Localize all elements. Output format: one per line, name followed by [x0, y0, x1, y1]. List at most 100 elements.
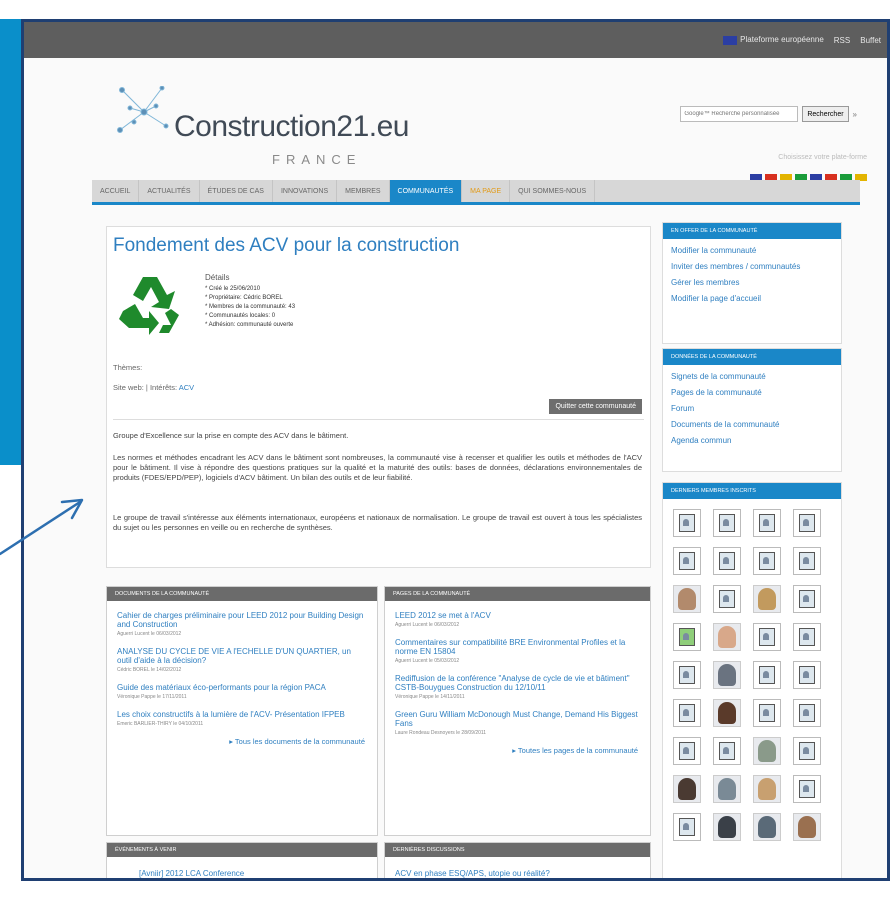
forum-link[interactable]: Forum	[671, 404, 841, 413]
page-link[interactable]: Green Guru William McDonough Must Change…	[395, 710, 640, 728]
avatar[interactable]	[753, 775, 781, 803]
event-link[interactable]: [Avniir] 2012 LCA Conference	[139, 869, 367, 878]
data-header: DONNÉES DE LA COMMUNAUTÉ	[663, 349, 841, 365]
all-documents-link[interactable]: ▸ Tous les documents de la communauté	[107, 737, 365, 746]
avatar[interactable]	[673, 661, 701, 689]
invite-members-link[interactable]: Inviter des membres / communautés	[671, 262, 841, 271]
avatar[interactable]	[673, 509, 701, 537]
document-link[interactable]: Les choix constructifs à la lumière de l…	[117, 710, 367, 719]
avatar[interactable]	[673, 585, 701, 613]
avatar[interactable]	[793, 509, 821, 537]
document-link[interactable]: Cahier de charges préliminaire pour LEED…	[117, 611, 367, 629]
topbar-link-buffet[interactable]: Buffet	[860, 36, 881, 45]
avatar[interactable]	[673, 547, 701, 575]
avatar[interactable]	[713, 509, 741, 537]
nav-membres[interactable]: MEMBRES	[337, 180, 390, 202]
document-meta: Aguerri Lucent le 06/03/2012	[117, 631, 182, 637]
avatar[interactable]	[673, 623, 701, 651]
avatar[interactable]	[673, 775, 701, 803]
search-dropdown-icon[interactable]: »	[853, 110, 857, 119]
avatar[interactable]	[753, 509, 781, 537]
divider	[113, 419, 644, 420]
pages-box: PAGES DE LA COMMUNAUTÉ LEED 2012 se met …	[384, 586, 651, 836]
member-avatar-grid	[673, 509, 841, 843]
avatar[interactable]	[753, 661, 781, 689]
agenda-link[interactable]: Agenda commun	[671, 436, 841, 445]
page-link[interactable]: LEED 2012 se met à l'ACV	[395, 611, 640, 620]
edit-community-link[interactable]: Modifier la communauté	[671, 246, 841, 255]
manage-members-link[interactable]: Gérer les membres	[671, 278, 841, 287]
list-item: LEED 2012 se met à l'ACV Aguerri Lucent l…	[395, 611, 640, 628]
bookmarks-link[interactable]: Signets de la communauté	[671, 372, 841, 381]
logo-country: FRANCE	[272, 152, 362, 167]
avatar[interactable]	[793, 661, 821, 689]
avatar[interactable]	[753, 737, 781, 765]
avatar[interactable]	[793, 623, 821, 651]
list-item: Guide des matériaux éco-performants pour…	[117, 683, 367, 700]
site-header: Construction21.eu FRANCE Rechercher » Ch…	[24, 58, 887, 188]
avatar[interactable]	[713, 775, 741, 803]
nav-communautes[interactable]: COMMUNAUTÉS	[389, 180, 463, 202]
document-meta: Véronique Pappe le 17/11/2011	[117, 694, 187, 700]
list-item: Rediffusion de la conférence "Analyse de…	[395, 674, 640, 700]
topbar-link-european[interactable]: Plateforme européenne	[723, 35, 824, 45]
recycle-icon	[119, 277, 179, 335]
documents-box: DOCUMENTS DE LA COMMUNAUTÉ Cahier de cha…	[106, 586, 378, 836]
avatar[interactable]	[753, 623, 781, 651]
pointer-arrow-icon	[0, 498, 84, 556]
avatar[interactable]	[793, 813, 821, 841]
page-meta: Aguerri Lucent le 06/03/2012	[395, 622, 460, 628]
search-button[interactable]: Rechercher	[802, 106, 849, 122]
nav-etudes-de-cas[interactable]: ÉTUDES DE CAS	[200, 180, 273, 202]
avatar[interactable]	[673, 813, 701, 841]
avatar[interactable]	[713, 737, 741, 765]
avatar[interactable]	[753, 547, 781, 575]
avatar[interactable]	[713, 813, 741, 841]
community-data-box: DONNÉES DE LA COMMUNAUTÉ Signets de la c…	[662, 348, 842, 472]
community-main-panel: Fondement des ACV pour la construction D…	[106, 226, 651, 568]
documents-link[interactable]: Documents de la communauté	[671, 420, 841, 429]
nav-ma-page[interactable]: MA PAGE	[462, 180, 511, 202]
topbar-link-rss[interactable]: RSS	[834, 36, 850, 45]
nav-qui-sommes-nous[interactable]: QUI SOMMES-NOUS	[510, 180, 596, 202]
nav-accueil[interactable]: ACCUEIL	[92, 180, 140, 202]
avatar[interactable]	[673, 699, 701, 727]
avatar[interactable]	[753, 813, 781, 841]
all-pages-link[interactable]: ▸ Toutes les pages de la communauté	[385, 746, 638, 755]
page-meta: Laure Rondeau Desnoyers le 28/09/2011	[395, 730, 487, 736]
avatar[interactable]	[793, 547, 821, 575]
choose-platform-label: Choisissez votre plate-forme	[778, 154, 867, 161]
discussion-link[interactable]: ACV en phase ESQ/APS, utopie ou réalité?	[395, 869, 640, 878]
nav-innovations[interactable]: INNOVATIONS	[273, 180, 338, 202]
nav-actualites[interactable]: ACTUALITÉS	[139, 180, 200, 202]
pages-header: PAGES DE LA COMMUNAUTÉ	[385, 587, 650, 601]
acv-link[interactable]: ACV	[179, 383, 194, 392]
avatar[interactable]	[793, 699, 821, 727]
top-bar: Plateforme européenne RSS Buffet	[24, 22, 887, 58]
avatar[interactable]	[793, 585, 821, 613]
page-link[interactable]: Rediffusion de la conférence "Analyse de…	[395, 674, 640, 692]
page-link[interactable]: Commentaires sur compatibilité BRE Envir…	[395, 638, 640, 656]
themes-label: Thèmes:	[113, 363, 143, 372]
logo-wordmark: Construction21.eu	[174, 110, 410, 143]
search-input[interactable]	[680, 106, 799, 122]
document-link[interactable]: ANALYSE DU CYCLE DE VIE A l'ECHELLE D'UN…	[117, 647, 367, 665]
avatar[interactable]	[673, 737, 701, 765]
site-logo[interactable]: Construction21.eu FRANCE	[114, 82, 414, 182]
avatar[interactable]	[713, 623, 741, 651]
quit-community-button[interactable]: Quitter cette communauté	[549, 399, 642, 414]
avatar[interactable]	[793, 775, 821, 803]
avatar[interactable]	[753, 585, 781, 613]
avatar[interactable]	[713, 547, 741, 575]
eu-flag-icon	[723, 35, 738, 45]
avatar[interactable]	[713, 699, 741, 727]
community-admin-box: EN OFFER DE LA COMMUNAUTÉ Modifier la co…	[662, 222, 842, 344]
avatar[interactable]	[713, 585, 741, 613]
avatar[interactable]	[713, 661, 741, 689]
pages-link[interactable]: Pages de la communauté	[671, 388, 841, 397]
avatar[interactable]	[753, 699, 781, 727]
details-label: Détails	[205, 273, 230, 282]
document-link[interactable]: Guide des matériaux éco-performants pour…	[117, 683, 367, 692]
edit-homepage-link[interactable]: Modifier la page d'accueil	[671, 294, 841, 303]
avatar[interactable]	[793, 737, 821, 765]
